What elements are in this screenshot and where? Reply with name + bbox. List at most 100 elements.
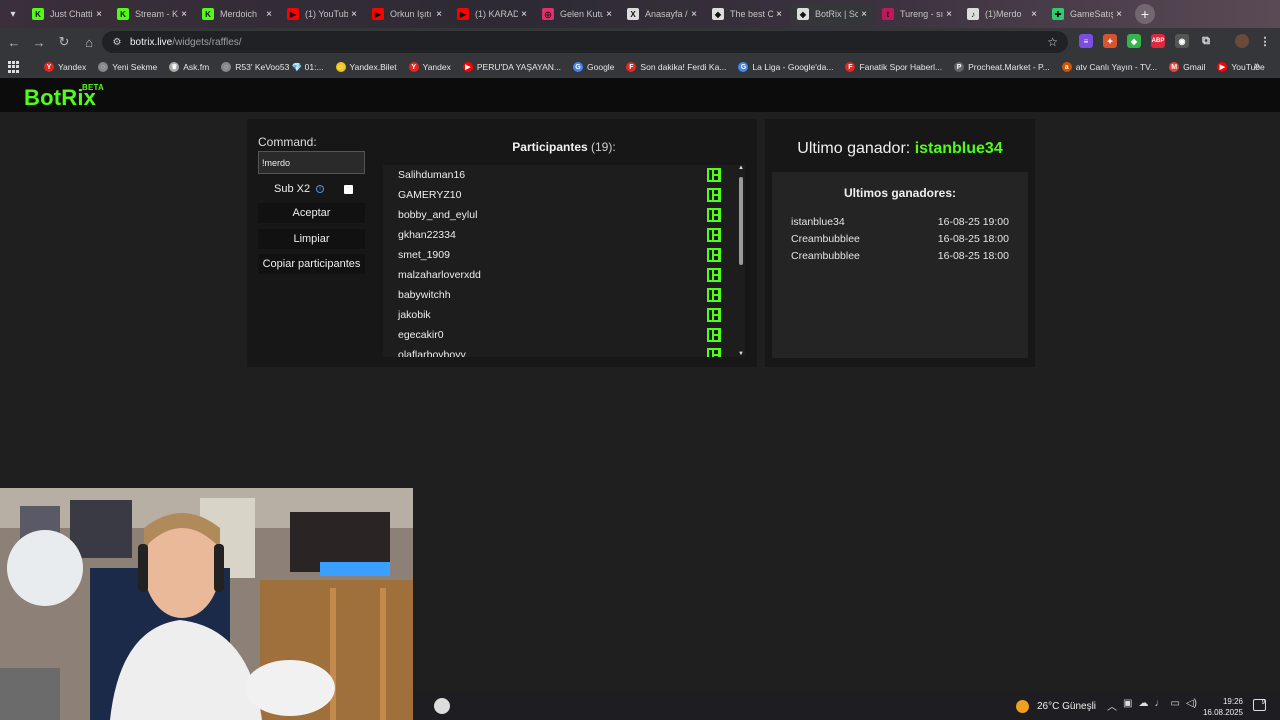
bookmark-item[interactable]: ♛ Ask.fm xyxy=(169,62,209,73)
participant-row[interactable]: bobby_and_eylul xyxy=(383,205,745,225)
extension-red-icon[interactable]: ✦ xyxy=(1103,34,1117,48)
bookmark-item[interactable]: ◌ Yeni Sekme xyxy=(98,62,157,73)
accept-button[interactable]: Aceptar xyxy=(258,203,365,223)
weather-widget[interactable]: 26°C Güneşli xyxy=(1016,700,1096,713)
tab-close-icon[interactable]: × xyxy=(518,9,530,20)
bookmark-item[interactable]: G Google xyxy=(573,62,614,73)
bookmark-item[interactable]: Y Yandex xyxy=(408,62,451,73)
browser-tab[interactable]: K Just Chatti × xyxy=(26,3,111,25)
new-tab-button[interactable]: + xyxy=(1135,4,1155,24)
participant-row[interactable]: GAMERYZ10 xyxy=(383,185,745,205)
bookmark-item[interactable]: M Gmail xyxy=(1169,62,1205,73)
tab-title: Orkun Işıtı xyxy=(390,9,432,19)
tab-close-icon[interactable]: × xyxy=(688,9,700,20)
microphone-icon[interactable]: ♩ xyxy=(1154,698,1164,713)
tab-close-icon[interactable]: × xyxy=(433,9,445,20)
browser-menu-icon[interactable]: ⋮ xyxy=(1258,34,1272,48)
tab-close-icon[interactable]: × xyxy=(263,9,275,20)
bookmark-item[interactable]: ☺ Yandex.Bilet xyxy=(335,62,397,73)
volume-icon[interactable]: ◁) xyxy=(1186,698,1197,713)
browser-tab[interactable]: ◎ Gelen Kutu × xyxy=(536,3,621,25)
kick-logo-icon xyxy=(707,268,721,282)
participant-row[interactable]: jakobik xyxy=(383,305,745,325)
tab-close-icon[interactable]: × xyxy=(348,9,360,20)
bookmark-star-icon[interactable]: ☆ xyxy=(1047,35,1058,49)
onedrive-icon[interactable]: ☁ xyxy=(1138,698,1148,713)
clock[interactable]: 19:26 16.08.2025 xyxy=(1201,696,1243,718)
reload-button[interactable]: ↻ xyxy=(52,30,76,54)
bookmark-item[interactable]: ▶ PERU'DA YAŞAYAN... xyxy=(462,62,561,73)
bookmarks-overflow-icon[interactable]: » xyxy=(1254,60,1260,72)
copy-participants-button[interactable]: Copiar participantes xyxy=(258,254,365,274)
bookmark-favicon-icon: F xyxy=(845,62,856,72)
command-input[interactable] xyxy=(258,151,365,174)
tab-close-icon[interactable]: × xyxy=(93,9,105,20)
tab-close-icon[interactable]: × xyxy=(178,9,190,20)
browser-tab[interactable]: ▶ (1) KARAD × xyxy=(451,3,536,25)
sub-x2-checkbox[interactable] xyxy=(344,185,353,194)
browser-tab[interactable]: ✚ GameSatış × xyxy=(1046,3,1131,25)
bookmark-item[interactable]: a atv Canlı Yayın - TV... xyxy=(1061,62,1157,73)
participant-row[interactable]: babywitchh xyxy=(383,285,745,305)
winners-history-box: Ultimos ganadores: istanblue34 16-08-25 1… xyxy=(772,172,1028,358)
participants-list[interactable]: Salihduman16 GAMERYZ10 bobby_and_eylul gkha… xyxy=(383,165,745,357)
extension-gray-icon[interactable]: ◉ xyxy=(1175,34,1189,48)
browser-tab[interactable]: K Merdoich × xyxy=(196,3,281,25)
extension-purple-icon[interactable]: ≡ xyxy=(1079,34,1093,48)
network-icon[interactable]: ▭ xyxy=(1170,698,1179,713)
participant-row[interactable]: gkhan22334 xyxy=(383,225,745,245)
participant-row[interactable]: Salihduman16 xyxy=(383,165,745,185)
tab-close-icon[interactable]: × xyxy=(1113,9,1125,20)
scroll-thumb[interactable] xyxy=(739,177,743,265)
clear-button[interactable]: Limpiar xyxy=(258,229,365,249)
extensions-puzzle-icon[interactable]: ⧉ xyxy=(1199,34,1213,48)
browser-tab[interactable]: X Anasayfa / × xyxy=(621,3,706,25)
forward-button[interactable]: → xyxy=(27,30,51,54)
browser-tab[interactable]: t Tureng - sı × xyxy=(876,3,961,25)
tray-app-icon[interactable]: ▣ xyxy=(1123,698,1132,713)
notification-icon[interactable]: 9 xyxy=(1253,699,1266,711)
tab-close-icon[interactable]: × xyxy=(773,9,785,20)
back-button[interactable]: ← xyxy=(2,30,26,54)
apps-grid-icon[interactable] xyxy=(8,61,20,73)
browser-tab[interactable]: K Stream - K × xyxy=(111,3,196,25)
botrix-logo[interactable]: BotRix BETA xyxy=(24,83,104,111)
browser-tab[interactable]: ▶ Orkun Işıtı × xyxy=(366,3,451,25)
tab-close-icon[interactable]: × xyxy=(603,9,615,20)
scroll-down-arrow-icon[interactable]: ▼ xyxy=(737,351,745,357)
tab-close-icon[interactable]: × xyxy=(858,9,870,20)
info-icon[interactable]: i xyxy=(316,185,325,193)
tray-overflow-icon[interactable]: ︿ xyxy=(1107,698,1117,713)
profile-avatar[interactable] xyxy=(1235,34,1249,48)
kick-logo-icon xyxy=(707,248,721,262)
site-info-icon[interactable]: ⚙ xyxy=(110,35,124,49)
tab-title: Merdoich xyxy=(220,9,258,19)
participant-row[interactable]: egecakir0 xyxy=(383,325,745,345)
address-bar[interactable]: ⚙ botrix.live/widgets/raffles/ ☆ xyxy=(102,31,1068,53)
browser-tab[interactable]: ♪ (1)Merdo × xyxy=(961,3,1046,25)
bookmark-item[interactable]: G La Liga - Google'da... xyxy=(738,62,833,73)
bookmark-item[interactable]: ◌ R53' KeVoo53 💎 01:... xyxy=(221,62,324,73)
browser-tab[interactable]: ▶ (1) YouTub × xyxy=(281,3,366,25)
kick-logo-icon xyxy=(707,228,721,242)
adblock-icon[interactable]: ABP xyxy=(1151,34,1165,48)
participants-scrollbar[interactable]: ▲ ▼ xyxy=(737,165,745,357)
tab-close-icon[interactable]: × xyxy=(943,9,955,20)
bookmark-item[interactable]: F Son dakika! Ferdi Ka... xyxy=(626,62,726,73)
tab-close-icon[interactable]: × xyxy=(1028,9,1040,20)
participant-row[interactable]: malzaharloverxdd xyxy=(383,265,745,285)
scroll-up-arrow-icon[interactable]: ▲ xyxy=(737,165,745,171)
bookmark-item[interactable]: Y Yandex xyxy=(44,62,86,73)
participant-row[interactable]: smet_1909 xyxy=(383,245,745,265)
taskbar-obs-icon[interactable] xyxy=(434,698,450,714)
tab-search-icon[interactable]: ▾ xyxy=(0,0,26,28)
participant-row[interactable]: olaflarboyboyy xyxy=(383,345,745,357)
tab-title: The best C xyxy=(730,9,773,19)
browser-tab[interactable]: ◆ BotRix | Sc × xyxy=(791,3,876,25)
extension-shield-icon[interactable]: ◆ xyxy=(1127,34,1141,48)
bookmark-item[interactable]: P Procheat.Market - P... xyxy=(954,62,1050,73)
home-button[interactable]: ⌂ xyxy=(77,30,101,54)
bookmark-item[interactable]: F Fanatik Spor Haberl... xyxy=(845,62,942,73)
bookmark-label: Procheat.Market - P... xyxy=(968,62,1050,72)
browser-tab[interactable]: ◆ The best C × xyxy=(706,3,791,25)
